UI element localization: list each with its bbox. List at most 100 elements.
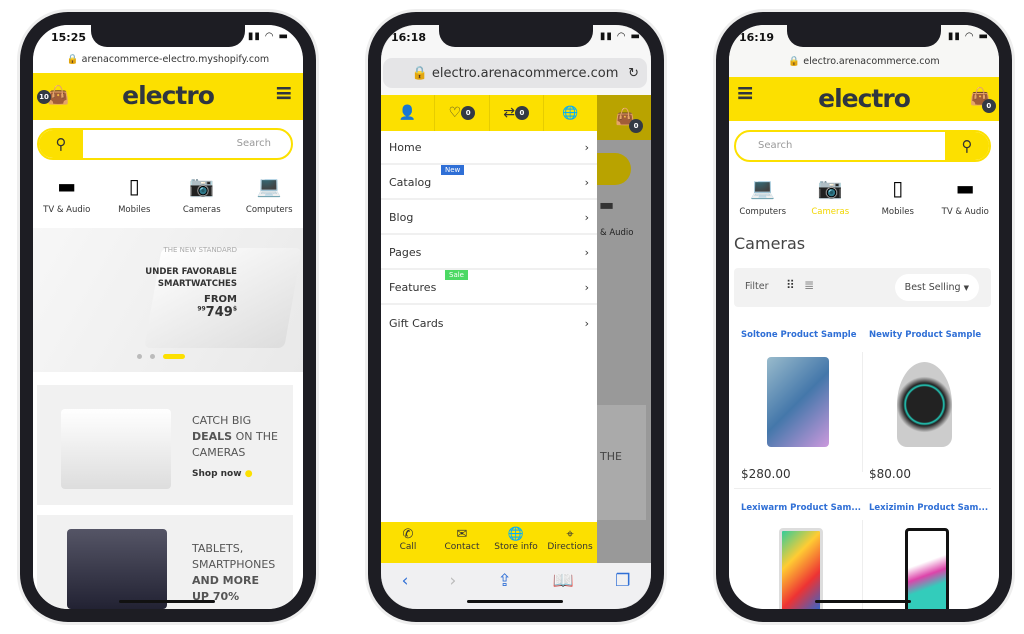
menu-item-catalog[interactable]: Catalog New › <box>381 165 597 200</box>
url-bar[interactable]: 🔒 arenacommerce-electro.myshopify.com <box>33 54 303 65</box>
category-cameras[interactable]: 📷 Cameras <box>169 173 234 215</box>
language-button[interactable]: 🌐 <box>544 95 597 131</box>
slide-dot-active[interactable] <box>163 354 185 359</box>
product-title[interactable]: Soltone Product Sample <box>741 330 857 340</box>
hamburger-menu-icon[interactable]: ≡ <box>736 81 754 106</box>
cart-count: 10 <box>37 90 51 104</box>
menu-item-gift-cards[interactable]: Gift Cards › <box>381 306 597 340</box>
grid-view-icon[interactable]: ⠿ <box>786 278 795 292</box>
compare-count: 0 <box>514 106 529 120</box>
filter-bar: Filter ⠿ ≣ Best Selling ▼ <box>734 268 991 307</box>
category-computers[interactable]: 💻 Computers <box>730 175 795 217</box>
product-image-watch[interactable] <box>897 362 952 447</box>
banner-line: ON THE <box>232 430 278 443</box>
phone-home: 15:25 ▮▮ ◠ ▬ 🔒 arenacommerce-electro.mys… <box>20 12 316 622</box>
mobile-icon: ▯ <box>892 176 904 200</box>
dimmed-header: 👜 0 <box>597 95 651 140</box>
logo[interactable]: electro <box>729 84 999 113</box>
search-bar[interactable]: ⚲ Search <box>37 128 293 160</box>
product-title[interactable]: Lexiwarm Product Sam... <box>741 503 861 513</box>
sort-select[interactable]: Best Selling ▼ <box>894 274 979 301</box>
menu-label: Features <box>389 280 437 294</box>
banner-line: TABLETS, <box>192 542 244 555</box>
search-input[interactable]: Search <box>758 140 792 151</box>
status-time: 16:19 <box>739 31 775 44</box>
cart-button[interactable]: 👜 0 <box>970 87 996 113</box>
chevron-right-icon: › <box>584 140 589 154</box>
drawer-bottom-bar: ✆ Call ✉ Contact 🌐 Store info ⌖ Directions <box>381 522 597 563</box>
menu-item-home[interactable]: Home › <box>381 131 597 165</box>
compare-icon: ⇄ <box>503 105 515 121</box>
search-input[interactable]: Search <box>237 138 271 149</box>
menu-item-blog[interactable]: Blog › <box>381 201 597 235</box>
contact-button[interactable]: ✉ Contact <box>435 527 489 563</box>
logo[interactable]: electro <box>33 81 303 110</box>
status-icons: ▮▮ ◠ ▬ <box>599 31 641 42</box>
camera-icon: 📷 <box>189 174 215 198</box>
wishlist-button[interactable]: ♡ 0 <box>435 95 490 131</box>
store-info-button[interactable]: 🌐 Store info <box>489 527 543 563</box>
back-icon[interactable]: ‹ <box>402 571 409 609</box>
banner-text: CATCH BIG DEALS ON THE CAMERAS <box>192 413 278 461</box>
drawer-top-bar: 👤 ♡ 0 ⇄ 0 🌐 <box>381 95 597 131</box>
url-text: electro.arenacommerce.com <box>803 56 940 67</box>
product-image-phone[interactable] <box>905 528 949 609</box>
hamburger-menu-icon[interactable]: ≡ <box>275 81 293 106</box>
search-icon[interactable]: ⚲ <box>39 130 83 158</box>
forward-icon[interactable]: › <box>450 571 457 609</box>
directions-button[interactable]: ⌖ Directions <box>543 527 597 563</box>
slide-dot[interactable] <box>137 354 142 359</box>
divider <box>862 520 863 609</box>
chevron-right-icon: › <box>584 280 589 294</box>
filter-button[interactable]: Filter <box>745 281 769 292</box>
category-cameras[interactable]: 📷 Cameras <box>798 175 863 217</box>
category-mobiles[interactable]: ▯ Mobiles <box>865 175 930 217</box>
category-computers[interactable]: 💻 Computers <box>237 173 302 215</box>
status-time: 16:18 <box>391 31 427 44</box>
tv-icon: ▬ <box>599 195 615 214</box>
account-button[interactable]: 👤 <box>381 95 436 131</box>
menu-item-pages[interactable]: Pages › <box>381 236 597 270</box>
chevron-right-icon: › <box>584 245 589 259</box>
category-tv-audio[interactable]: ▬ TV & Audio <box>933 175 998 217</box>
category-mobiles[interactable]: ▯ Mobiles <box>102 173 167 215</box>
price-cents: 99 <box>197 305 206 313</box>
tabs-icon[interactable]: ❐ <box>615 571 630 609</box>
url-text: electro.arenacommerce.com <box>431 65 619 81</box>
hero-slider[interactable]: THE NEW STANDARD UNDER FAVORABLE SMARTWAT… <box>33 228 303 372</box>
sort-value: Best Selling <box>904 282 961 293</box>
search-icon[interactable]: ⚲ <box>945 132 989 160</box>
tablets-banner[interactable]: TABLETS, SMARTPHONES AND MORE UP 70% <box>37 515 293 609</box>
hero-price: 99749$ <box>197 305 237 320</box>
call-button[interactable]: ✆ Call <box>381 527 435 563</box>
product-title[interactable]: Lexizimin Product Sam... <box>869 503 988 513</box>
cart-button[interactable]: 10 👜 <box>37 85 69 106</box>
category-tv-audio[interactable]: ▬ TV & Audio <box>34 173 99 215</box>
home-indicator <box>119 600 215 603</box>
product-image-tablet[interactable] <box>767 357 829 447</box>
reload-icon[interactable]: ↻ <box>628 66 639 81</box>
product-title[interactable]: Newity Product Sample <box>869 330 981 340</box>
mobile-icon: ▯ <box>128 174 140 198</box>
header: electro 10 👜 ≡ <box>33 73 303 120</box>
camera-banner[interactable]: CATCH BIG DEALS ON THE CAMERAS Shop now ● <box>37 385 293 505</box>
menu-label: Home <box>389 140 422 154</box>
phone-collection: 16:19 ▮▮ ◠ ▬ 🔒 electro.arenacommerce.com… <box>716 12 1012 622</box>
menu-item-features[interactable]: Features Sale › <box>381 270 597 305</box>
slide-dot[interactable] <box>150 354 155 359</box>
shop-now-link[interactable]: Shop now ● <box>192 469 253 479</box>
url-bar[interactable]: 🔒 electro.arenacommerce.com <box>729 56 999 67</box>
compare-button[interactable]: ⇄ 0 <box>490 95 544 131</box>
product-image-phone[interactable] <box>779 528 823 609</box>
home-indicator <box>815 600 911 603</box>
camera-image <box>61 409 171 489</box>
bookmarks-icon[interactable]: 📖 <box>553 571 574 609</box>
bottom-label: Call <box>399 542 417 552</box>
list-view-icon[interactable]: ≣ <box>804 278 814 292</box>
url-bar[interactable]: 🔒 electro.arenacommerce.com ↻ <box>383 58 647 88</box>
search-bar[interactable]: Search ⚲ <box>734 130 991 162</box>
shop-now-label: Shop now <box>192 469 242 479</box>
banner-line: CAMERAS <box>192 446 246 459</box>
share-icon[interactable]: ⇪ <box>497 571 511 609</box>
tablets-image <box>67 529 167 609</box>
